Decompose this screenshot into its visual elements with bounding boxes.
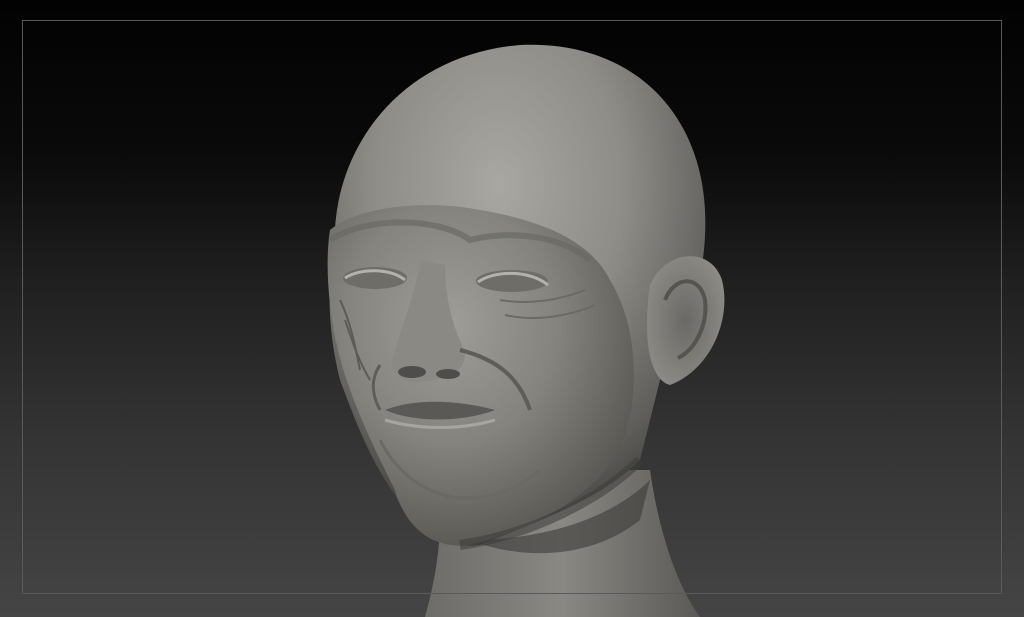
sculpt-viewport[interactable] [0,0,1024,617]
ear [646,256,725,385]
sculpted-head-model[interactable] [0,0,1024,617]
